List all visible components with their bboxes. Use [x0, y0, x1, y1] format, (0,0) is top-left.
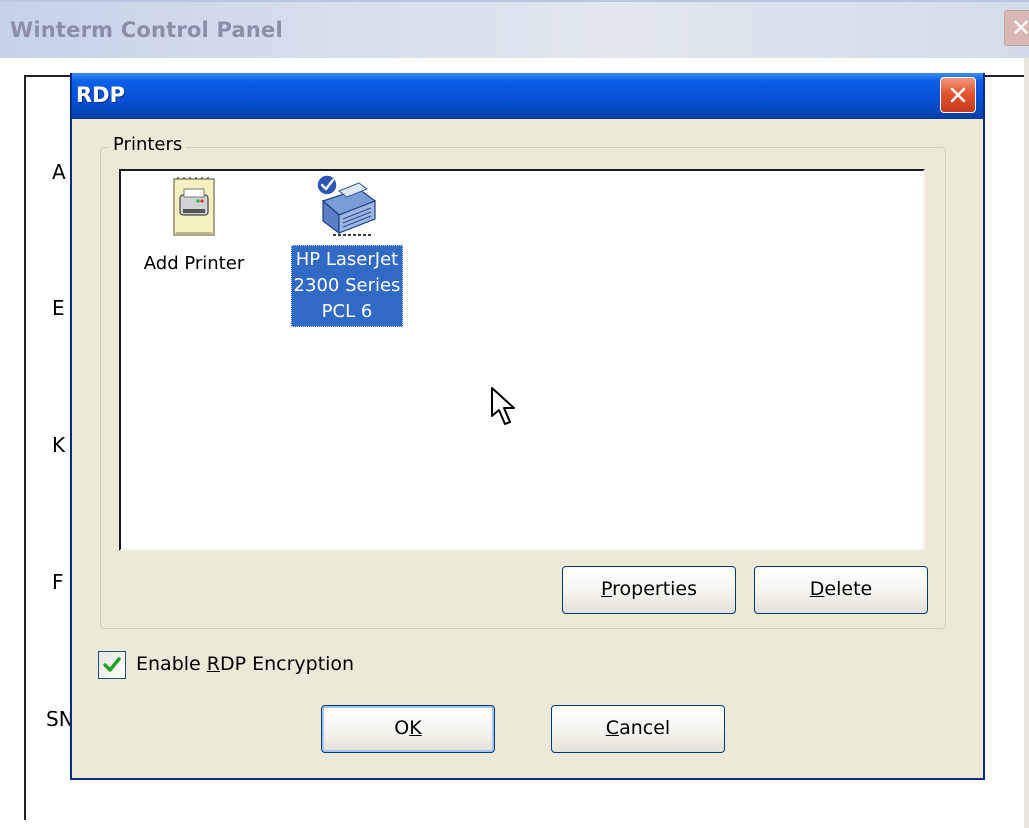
close-button[interactable]: [940, 77, 976, 113]
ok-button[interactable]: OK: [321, 705, 495, 753]
background-close-button[interactable]: ✕: [1004, 10, 1029, 46]
enable-rdp-encryption-label[interactable]: Enable RDP Encryption: [136, 653, 354, 675]
enable-rdp-encryption-checkbox[interactable]: [98, 651, 126, 679]
properties-accel: P: [600, 578, 613, 600]
rdp-dialog: RDP Printers Add Printer HP LaserJet 230…: [70, 73, 985, 780]
close-icon: [950, 87, 966, 103]
background-label-4: F: [52, 570, 64, 594]
encryption-label-accel: R: [206, 653, 220, 675]
checkmark-icon: [103, 657, 121, 672]
background-window-titlebar: Winterm Control Panel: [0, 0, 1029, 58]
add-printer-icon: [173, 177, 215, 236]
encryption-label-rest: DP Encryption: [219, 653, 355, 675]
delete-button[interactable]: Delete: [754, 566, 928, 614]
printers-list[interactable]: Add Printer HP LaserJet 2300 Series PCL …: [119, 169, 925, 551]
cancel-label: ancel: [619, 717, 671, 739]
background-window-title: Winterm Control Panel: [10, 18, 283, 42]
cancel-button[interactable]: Cancel: [551, 705, 725, 753]
rdp-dialog-title: RDP: [76, 83, 125, 107]
properties-label: roperties: [612, 578, 698, 600]
hp-laserjet-label: HP LaserJet 2300 Series PCL 6: [290, 245, 404, 327]
mouse-pointer-icon: [491, 387, 515, 425]
delete-label: elete: [824, 578, 873, 600]
ok-label-prefix: O: [394, 717, 410, 739]
delete-accel: D: [809, 578, 825, 600]
cancel-accel: C: [605, 717, 620, 739]
add-printer-label: Add Printer: [143, 253, 245, 274]
ok-accel: K: [409, 717, 422, 739]
properties-button[interactable]: Properties: [562, 566, 736, 614]
printers-group-label: Printers: [109, 134, 187, 155]
rdp-dialog-titlebar[interactable]: RDP: [72, 73, 983, 119]
encryption-label-prefix: Enable: [136, 653, 207, 675]
list-item-hp-laserjet[interactable]: HP LaserJet 2300 Series PCL 6: [277, 171, 417, 327]
screen: Winterm Control Panel ✕ A E K F SN RDP P…: [0, 0, 1029, 828]
default-printer-icon: [316, 174, 377, 236]
background-label-3: K: [52, 433, 66, 457]
background-label-2: E: [52, 296, 65, 320]
background-label-1: A: [52, 160, 66, 184]
list-item-add-printer[interactable]: Add Printer: [129, 175, 259, 277]
background-window-edge: [1024, 58, 1029, 828]
